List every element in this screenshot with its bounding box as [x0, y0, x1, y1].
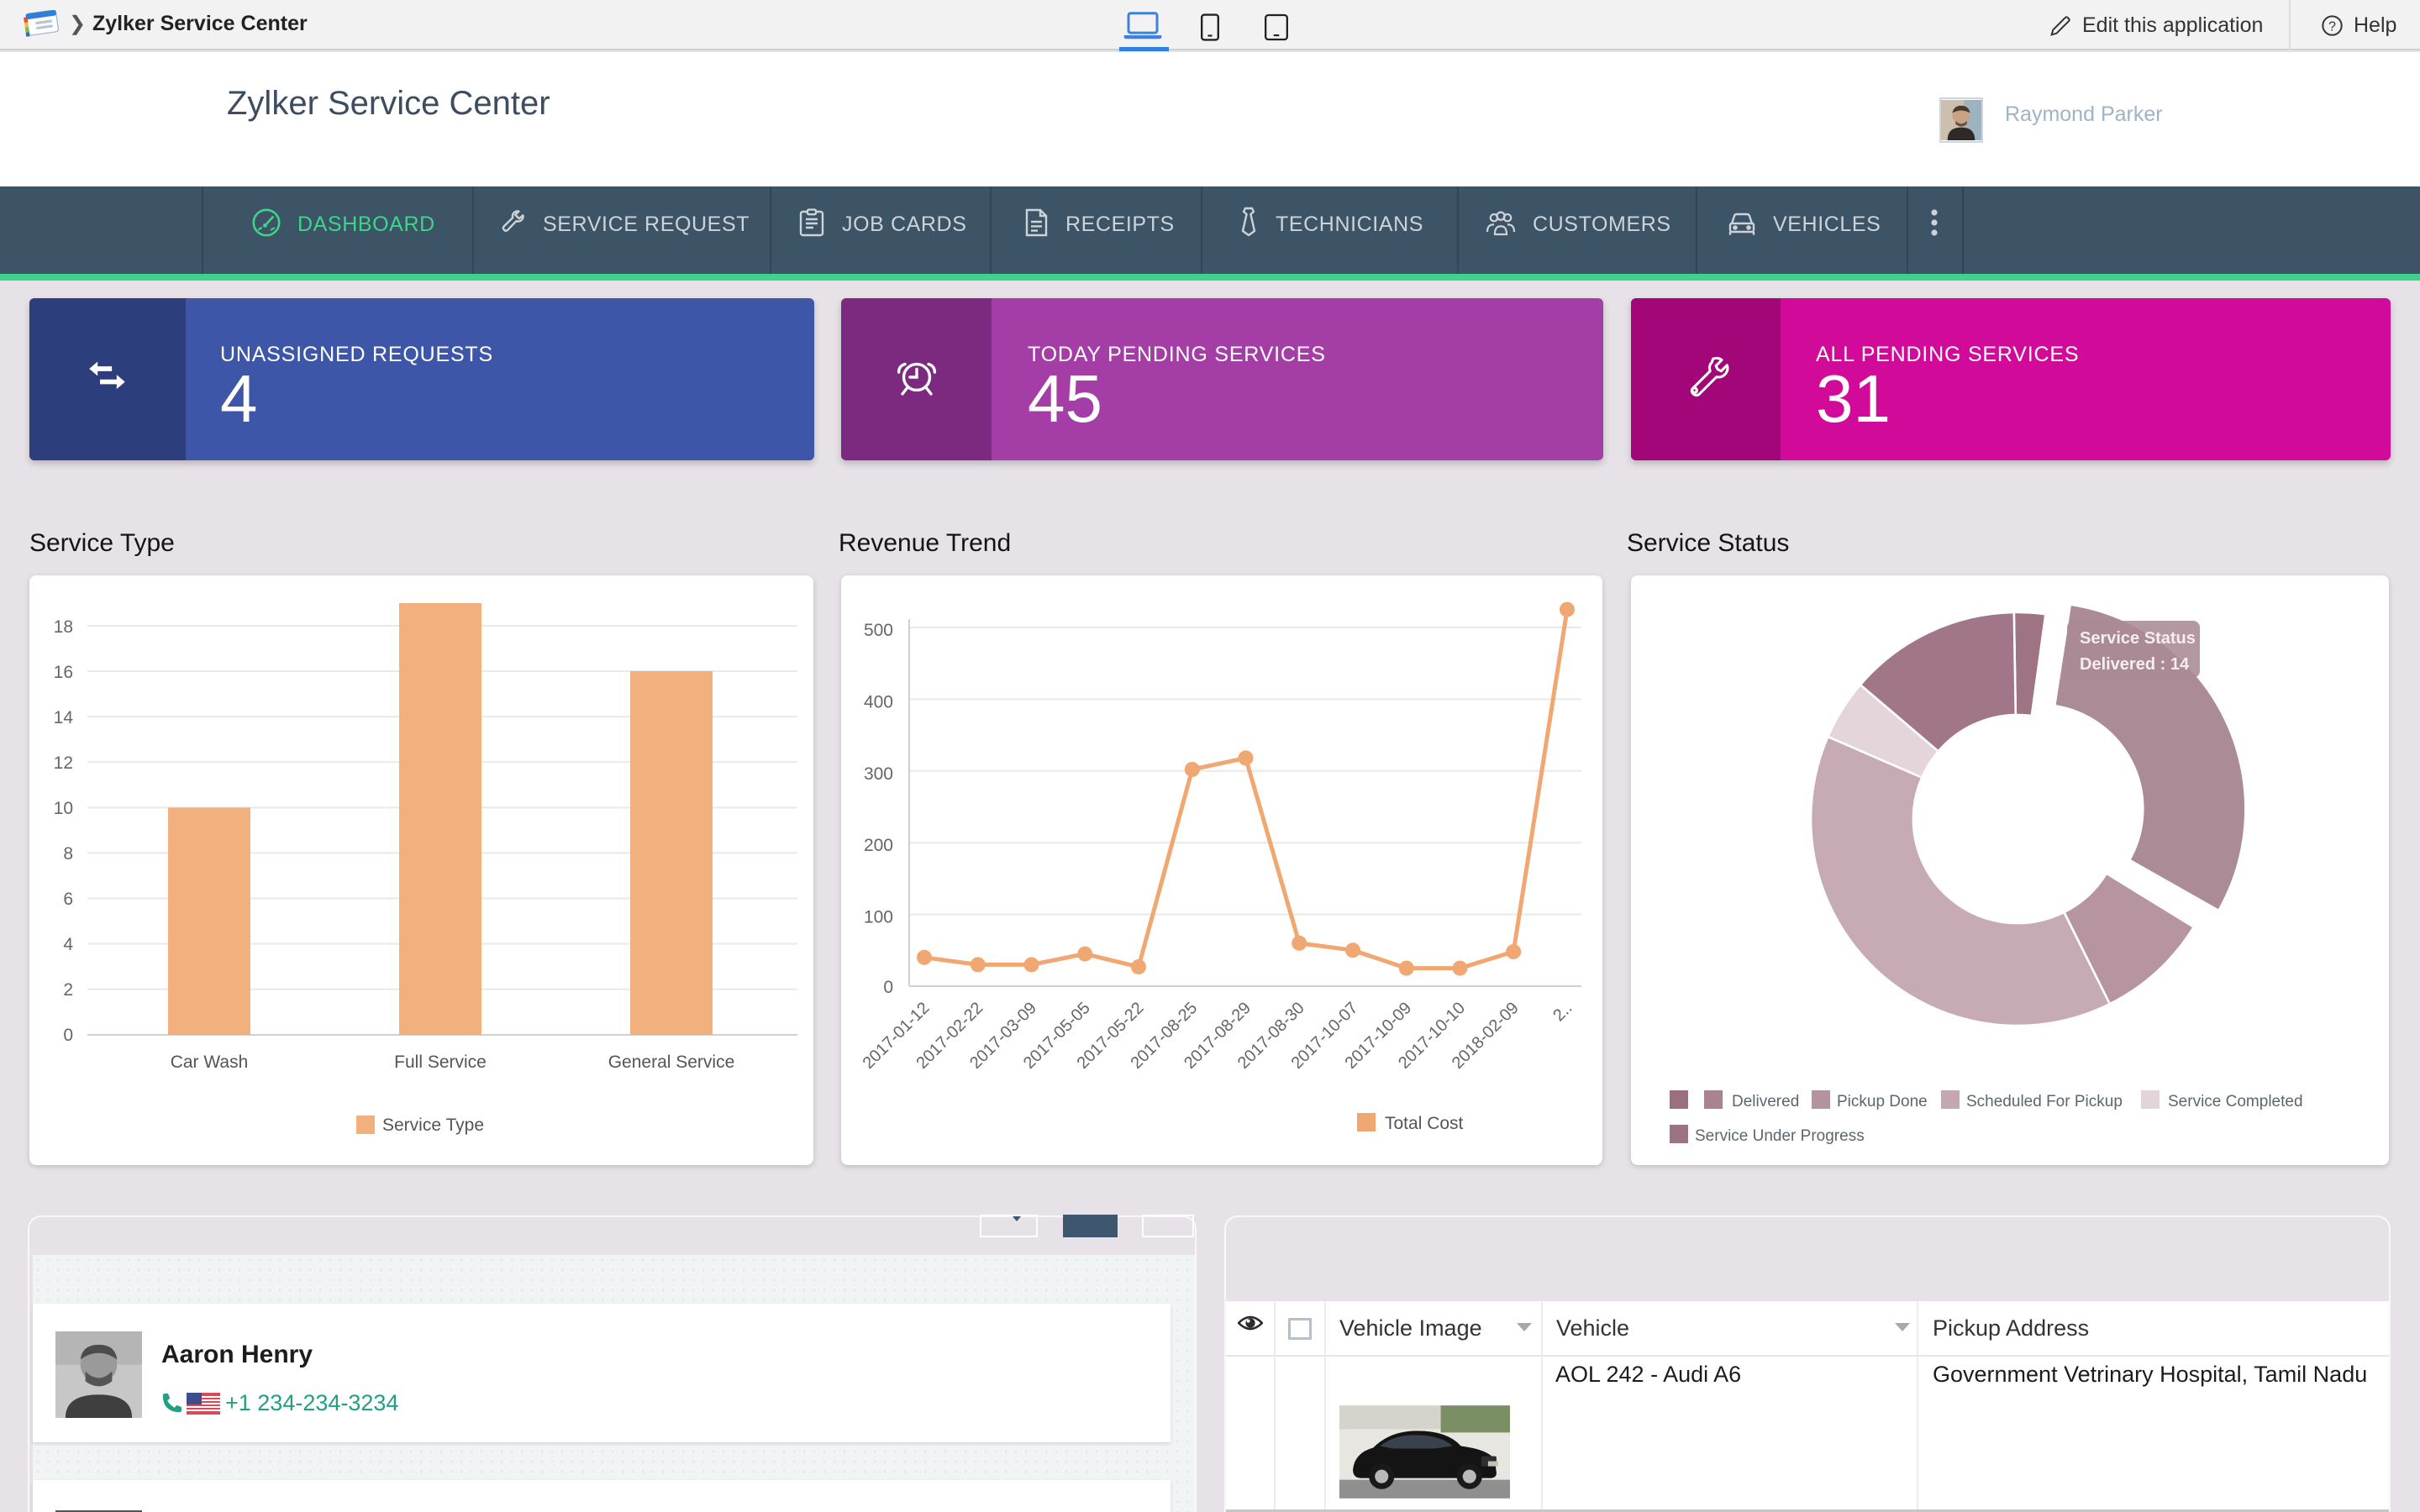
- svg-text:16: 16: [54, 663, 73, 682]
- svg-text:General Service: General Service: [608, 1053, 735, 1072]
- svg-text:Scheduled For Pickup: Scheduled For Pickup: [1966, 1093, 2123, 1110]
- svg-text:2: 2: [63, 980, 73, 1000]
- svg-text:Total Cost: Total Cost: [1385, 1114, 1464, 1133]
- svg-text:10: 10: [54, 799, 73, 818]
- svg-text:14: 14: [54, 708, 74, 727]
- svg-text:Pickup Done: Pickup Done: [1837, 1093, 1928, 1110]
- svg-text:500: 500: [864, 621, 893, 640]
- svg-text:18: 18: [54, 617, 73, 637]
- svg-text:4: 4: [63, 935, 73, 954]
- svg-text:12: 12: [54, 753, 73, 773]
- svg-text:Service Status: Service Status: [2080, 629, 2196, 648]
- svg-text:Delivered : 14: Delivered : 14: [2080, 655, 2190, 674]
- svg-text:0: 0: [883, 978, 893, 997]
- svg-text:Full Service: Full Service: [394, 1053, 487, 1072]
- svg-text:200: 200: [864, 836, 893, 855]
- svg-text:Car Wash: Car Wash: [171, 1053, 249, 1072]
- svg-text:8: 8: [63, 844, 73, 864]
- svg-text:100: 100: [864, 908, 893, 927]
- svg-text:Service Type: Service Type: [382, 1116, 484, 1135]
- svg-text:300: 300: [864, 764, 893, 784]
- svg-text:400: 400: [864, 692, 893, 711]
- svg-text:?: ?: [2328, 19, 2336, 34]
- svg-text:Service Under Progress: Service Under Progress: [1695, 1127, 1865, 1145]
- svg-text:Delivered: Delivered: [1732, 1093, 1799, 1110]
- svg-text:0: 0: [63, 1026, 73, 1045]
- svg-text:Service Completed: Service Completed: [2168, 1093, 2303, 1110]
- svg-text:6: 6: [63, 890, 73, 909]
- svg-text:2..: 2..: [1549, 999, 1576, 1025]
